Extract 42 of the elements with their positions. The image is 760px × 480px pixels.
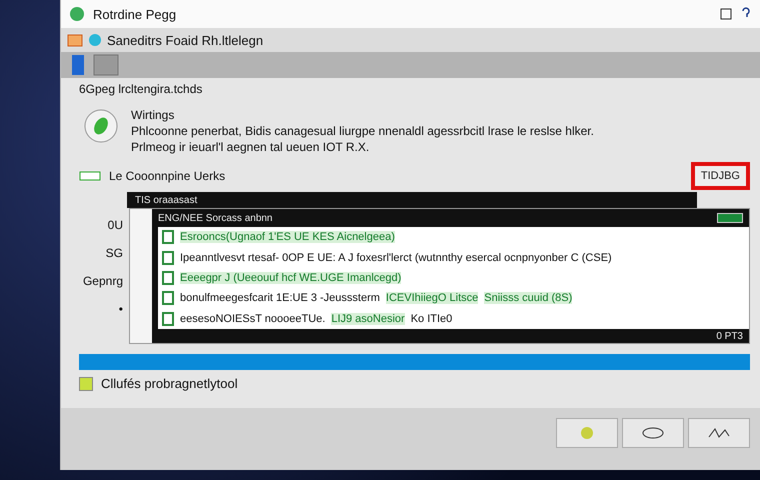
checkbox-label: Cllufés probragnetlytool <box>101 376 238 391</box>
oval-icon <box>641 427 665 439</box>
list-text[interactable]: ICEVIhiiegO Litsce <box>386 292 478 304</box>
toggle-button[interactable] <box>717 213 743 223</box>
tab-icon <box>79 170 101 182</box>
list-text[interactable]: Sniisss cuuid (8S) <box>484 292 572 304</box>
list-text[interactable]: Esrooncs(Ugnaof 1'ES UE KES Aicnelgeea) <box>180 231 395 244</box>
list-text[interactable]: Ipeanntlvesvt rtesaf- 0OP E UE: A J foxesrl'lerct (wutnnthy esercal ocnpnyonber C (CSE) <box>180 252 612 264</box>
section-bar: TIS oraaasast <box>127 192 697 208</box>
circle-icon[interactable] <box>89 34 101 46</box>
window-title: Rotrdine Pegg <box>93 6 176 22</box>
side-label: SG <box>106 246 123 260</box>
side-label: 0U <box>108 218 123 232</box>
section-button[interactable]: TIDJBG <box>690 162 750 190</box>
notice-text: Prlmeog ir ieuarl'l aegnen tal ueuen IOT R.X. <box>131 140 370 154</box>
item-icon <box>162 270 174 285</box>
maximize-icon[interactable] <box>720 8 732 20</box>
notice-text: Phlcoonne penerbat, Bidis canagesual liurgpe nnenaldl agessrbcitl lrase le reslse hlker. <box>131 124 594 138</box>
item-icon <box>162 291 174 306</box>
checkbox[interactable] <box>79 376 93 390</box>
square-icon[interactable] <box>93 54 119 76</box>
side-label: • <box>118 302 123 316</box>
item-icon <box>162 230 174 244</box>
footer-button[interactable] <box>622 418 684 448</box>
list-text[interactable]: Ko ITIe0 <box>410 312 452 325</box>
list-text[interactable]: bonulfmeegesfcarit 1E:UE 3 -Jeusssterm <box>180 292 380 304</box>
menu-label[interactable]: Saneditrs Foaid Rh.ltlelegn <box>107 32 264 48</box>
scribble-icon <box>707 427 731 439</box>
item-icon <box>162 312 174 326</box>
list-text[interactable]: LIJ9 asoNesior <box>331 312 405 325</box>
section-label: Le Cooonnpine Uerks <box>109 169 226 183</box>
list-footer-text: 0 PT3 <box>716 330 743 342</box>
leaf-icon <box>83 108 119 144</box>
notice-heading: Wirtings <box>131 108 176 122</box>
side-label: Gepnrg <box>82 274 123 288</box>
path-text: 6Gpeg lrcltengira.tchds <box>79 82 204 96</box>
list-header-text: ENG/NEE Sorcass anbnn <box>158 212 272 224</box>
list-text[interactable]: eesesoNOIESsT noooeeTUe. <box>180 312 326 325</box>
folder-icon[interactable] <box>67 33 83 47</box>
item-icon <box>162 250 174 265</box>
list-text[interactable]: Eeeegpr J (Ueeouuf hcf WE.UGE Imanlcegd) <box>180 272 402 284</box>
disc-icon <box>580 426 594 440</box>
